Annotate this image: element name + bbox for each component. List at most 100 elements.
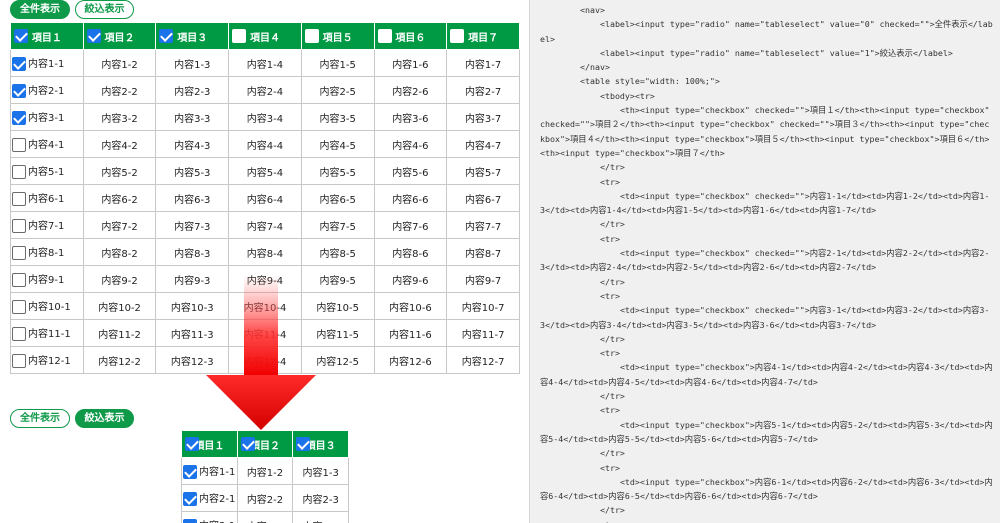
table-cell: 内容2-1 [10,76,84,104]
table-cell: 内容3-1 [10,103,84,131]
table-cell: 内容6-2 [82,184,157,212]
column-checkbox[interactable] [377,29,392,43]
cell-text: 内容9-3 [174,275,211,287]
column-checkbox[interactable] [185,437,199,451]
cell-text: 内容11-5 [316,329,360,341]
cell-text: 内容5-5 [319,167,356,179]
table-cell: 内容7-6 [373,211,448,239]
table-cell: 内容8-4 [228,238,302,266]
row-checkbox[interactable] [12,300,26,314]
column-checkbox[interactable] [450,29,465,43]
cell-text: 内容2-3 [174,86,211,98]
cell-text: 内容3-4 [246,113,284,125]
cell-text: 内容7-7 [464,221,502,233]
table-row: 内容2-1 内容2-2 内容2-3 [181,484,349,512]
code-line: <tr> [540,462,620,473]
cell-text: 内容11-1 [28,329,71,340]
column-checkbox[interactable] [14,29,28,43]
row-checkbox[interactable] [12,84,26,98]
table-cell: 内容4-5 [300,130,375,158]
column-checkbox[interactable] [159,29,174,43]
column-header: 項目４ [228,22,302,50]
row-checkbox[interactable] [12,219,26,233]
row-checkbox[interactable] [183,492,197,506]
cell-text: 内容2-3 [302,494,339,506]
cell-text: 内容7-5 [319,221,356,233]
table-cell: 内容5-1 [10,157,84,185]
cell-text: 内容6-6 [392,194,429,206]
table-cell: 内容10-1 [10,292,84,320]
column-header: 項目３ [292,430,349,458]
code-line: <td><input type="checkbox">内容6-1</td><td… [540,476,993,502]
row-checkbox[interactable] [12,246,26,260]
cell-text: 内容4-1 [28,140,65,151]
cell-text: 内容7-6 [392,221,429,233]
table-cell: 内容8-6 [373,238,448,266]
row-checkbox[interactable] [12,192,26,206]
cell-text: 内容9-1 [28,275,65,286]
cell-text: 内容12-5 [316,356,360,368]
cell-text: 内容1-1 [199,467,236,478]
cell-text: 内容4-4 [246,140,284,152]
table-cell: 内容8-7 [446,238,520,266]
code-line: <nav> [540,5,605,15]
column-checkbox[interactable] [232,29,247,43]
column-checkbox[interactable] [86,29,101,43]
code-line: </tr> [540,333,625,344]
table-row: 内容5-1 内容5-2 内容5-3 内容5-4 内容5-5 内容5-6 内容5-7 [10,157,520,185]
table-cell: 内容8-1 [10,238,84,266]
show-all-button[interactable]: 全件表示 [10,0,70,19]
column-checkbox[interactable] [240,437,255,451]
filter-button-bottom[interactable]: 絞込表示 [75,409,134,428]
row-checkbox[interactable] [12,273,26,287]
table-cell: 内容3-1 [181,511,238,523]
cell-text: 内容9-7 [464,275,502,287]
code-line: </tr> [540,391,625,402]
table-row: 内容8-1 内容8-2 内容8-3 内容8-4 内容8-5 内容8-6 内容8-7 [10,238,520,266]
table-cell: 内容5-5 [300,157,375,185]
column-header: 項目３ [155,22,230,50]
table-cell: 内容6-5 [300,184,375,212]
table-cell: 内容3-2 [236,511,294,523]
cell-text: 内容4-7 [464,140,502,152]
column-header-label: 項目４ [249,32,280,44]
row-checkbox[interactable] [12,354,26,368]
table-cell: 内容10-2 [82,292,157,320]
column-checkbox[interactable] [296,437,311,451]
column-header-label: 項目１ [31,32,62,44]
column-checkbox[interactable] [304,29,319,43]
cell-text: 内容9-5 [319,275,356,287]
row-checkbox[interactable] [183,465,197,479]
table-cell: 内容6-6 [373,184,448,212]
table-row: 内容2-1 内容2-2 内容2-3 内容2-4 内容2-5 内容2-6 内容2-7 [10,76,520,104]
column-header-label: 項目３ [177,32,208,44]
down-arrow-icon [206,275,316,430]
column-header-label: 項目３ [305,440,336,452]
cell-text: 内容1-5 [319,59,356,71]
row-checkbox[interactable] [183,519,197,523]
filter-button[interactable]: 絞込表示 [75,0,134,19]
row-checkbox[interactable] [12,111,26,125]
row-checkbox[interactable] [12,138,26,152]
code-line: </tr> [540,505,625,516]
table-cell: 内容3-6 [373,103,448,131]
cell-text: 内容6-3 [174,194,211,206]
table-cell: 内容4-3 [155,130,230,158]
row-checkbox[interactable] [12,57,26,71]
cell-text: 内容12-6 [389,356,432,368]
cell-text: 内容1-4 [246,59,284,71]
cell-text: 内容10-2 [98,302,141,314]
code-line: </tr> [540,276,625,287]
show-all-button-bottom[interactable]: 全件表示 [10,409,70,428]
table-cell: 内容8-3 [155,238,230,266]
cell-text: 内容5-4 [246,167,284,179]
cell-text: 内容1-6 [392,59,429,71]
row-checkbox[interactable] [12,327,26,341]
code-line: <tr> [540,518,994,523]
cell-text: 内容3-3 [174,113,211,125]
row-checkbox[interactable] [12,165,26,179]
code-line: <tr> [540,290,620,301]
table-row: 内容6-1 内容6-2 内容6-3 内容6-4 内容6-5 内容6-6 内容6-7 [10,184,520,212]
table-cell: 内容9-7 [446,265,520,293]
table-cell: 内容7-1 [10,211,84,239]
